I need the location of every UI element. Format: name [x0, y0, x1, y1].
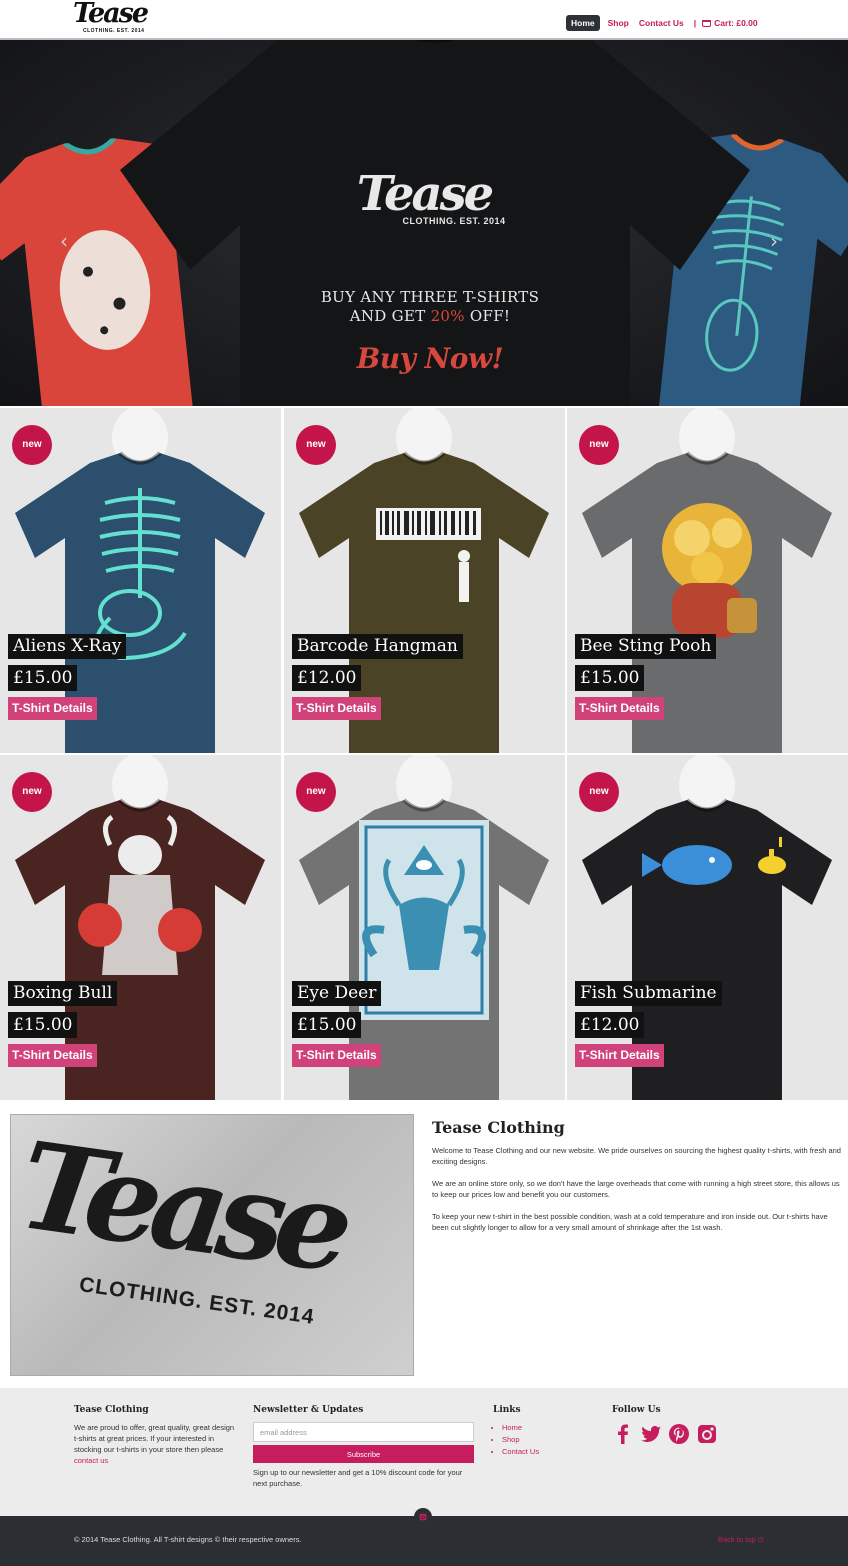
product-name[interactable]: Eye Deer	[292, 981, 382, 1006]
tshirt-details-button[interactable]: T-Shirt Details	[575, 697, 664, 720]
product-card[interactable]: new Barcode Hangman £12.00 T-Shirt Details	[284, 408, 565, 753]
logo-text: Tease	[73, 0, 149, 29]
product-grid: new Aliens X-Ray £15.00 T-Shirt Details new B…	[0, 406, 848, 1102]
footer-follow-column: Follow Us	[612, 1405, 742, 1445]
product-price: £15.00	[8, 1012, 78, 1038]
facebook-icon[interactable]	[612, 1423, 634, 1445]
hero-promo-line2: AND GET 20% OFF!	[300, 307, 560, 326]
product-name[interactable]: Aliens X-Ray	[8, 634, 127, 659]
footer-contact-link[interactable]: contact us	[74, 1456, 108, 1465]
product-price: £15.00	[292, 1012, 362, 1038]
cart-icon	[702, 19, 712, 27]
newsletter-title: Newsletter & Updates	[253, 1405, 364, 1415]
about-title: Tease Clothing	[432, 1118, 565, 1137]
new-badge: new	[579, 772, 619, 812]
about-paragraph-1: Welcome to Tease Clothing and our new we…	[432, 1146, 841, 1166]
footer-link-home[interactable]: Home	[502, 1422, 593, 1434]
tshirt-details-button[interactable]: T-Shirt Details	[8, 1044, 97, 1067]
footer-link-shop[interactable]: Shop	[502, 1434, 593, 1446]
product-name[interactable]: Barcode Hangman	[292, 634, 463, 659]
footer-links-column: Links Home Shop Contact Us	[493, 1405, 593, 1458]
new-badge: new	[12, 425, 52, 465]
about-section: Tease Clothing Welcome to Tease Clothing…	[432, 1118, 842, 1244]
hero-promo-line1: BUY ANY THREE T-SHIRTS	[320, 288, 540, 306]
product-price: £12.00	[292, 665, 362, 691]
top-navbar: Tease CLOTHING. EST. 2014 Home Shop Cont…	[0, 0, 848, 40]
newsletter-email-input[interactable]	[253, 1422, 474, 1442]
buy-now-button[interactable]: Buy Now!	[330, 342, 530, 375]
product-card[interactable]: new Boxing Bull £15.00 T-Shirt Details	[0, 755, 281, 1100]
copyright-text: © 2014 Tease Clothing. All T-shirt desig…	[74, 1535, 302, 1544]
about-paragraph-3: To keep your new t-shirt in the best pos…	[432, 1212, 828, 1232]
product-name[interactable]: Fish Submarine	[575, 981, 722, 1006]
product-name[interactable]: Boxing Bull	[8, 981, 118, 1006]
tshirt-details-button[interactable]: T-Shirt Details	[575, 1044, 664, 1067]
main-nav: Home Shop Contact Us | Cart: £0.00	[566, 14, 758, 32]
product-price: £15.00	[8, 665, 78, 691]
arrow-up-circle-icon: ⊙	[757, 1535, 764, 1544]
follow-us-title: Follow Us	[612, 1405, 661, 1415]
page: Tease CLOTHING. EST. 2014 Home Shop Cont…	[0, 0, 848, 1566]
footer-newsletter-column: Newsletter & Updates Subscribe Sign up t…	[253, 1405, 475, 1489]
site-logo[interactable]: Tease CLOTHING. EST. 2014	[73, 0, 149, 38]
social-icons	[612, 1423, 742, 1445]
about-image-logo: Tease	[11, 1115, 352, 1300]
footer-about-title: Tease Clothing	[74, 1405, 149, 1415]
product-price: £12.00	[575, 1012, 645, 1038]
footer-about-column: Tease Clothing We are proud to offer, gr…	[74, 1405, 236, 1466]
product-price: £15.00	[575, 665, 645, 691]
twitter-icon[interactable]	[640, 1423, 662, 1445]
about-paragraph-2: We are an online store only, so we don't…	[432, 1179, 840, 1199]
nav-contact-us[interactable]: Contact Us	[639, 18, 684, 28]
carousel-prev-arrow-icon[interactable]: ‹	[56, 230, 72, 252]
footer-about-text: We are proud to offer, great quality, gr…	[74, 1422, 236, 1466]
hero-carousel: Tease CLOTHING. EST. 2014 BUY ANY THREE …	[0, 40, 848, 406]
pinterest-icon[interactable]	[668, 1423, 690, 1445]
logo-subtext: CLOTHING. EST. 2014	[83, 28, 145, 34]
hero-brand-subtext: CLOTHING. EST. 2014	[402, 216, 506, 226]
newsletter-text: Sign up to our newsletter and get a 10% …	[253, 1468, 463, 1488]
tshirt-details-button[interactable]: T-Shirt Details	[292, 1044, 381, 1067]
hero-promo-suffix: OFF!	[464, 307, 511, 325]
footer-link-contact-us[interactable]: Contact Us	[502, 1446, 593, 1458]
nav-shop[interactable]: Shop	[608, 18, 629, 28]
new-badge: new	[579, 425, 619, 465]
cart-label: Cart: £0.00	[714, 18, 758, 28]
hero-promo-discount: 20%	[430, 307, 465, 325]
hero-promo-prefix: AND GET	[349, 307, 431, 325]
back-to-top-label: Back to top	[718, 1535, 756, 1544]
footer-links-title: Links	[493, 1405, 521, 1415]
product-card[interactable]: new Eye Deer £15.00 T-Shirt Details	[284, 755, 565, 1100]
nav-separator: |	[693, 18, 697, 28]
new-badge: new	[296, 425, 336, 465]
footer-links-list: Home Shop Contact Us	[493, 1422, 593, 1458]
product-card[interactable]: new Bee Sting Pooh £15.00 T-Shirt Details	[567, 408, 848, 753]
hero-promo-text: BUY ANY THREE T-SHIRTS AND GET 20% OFF!	[300, 288, 560, 326]
nav-home[interactable]: Home	[566, 15, 600, 31]
instagram-icon[interactable]	[696, 1423, 718, 1445]
tshirt-details-button[interactable]: T-Shirt Details	[8, 697, 97, 720]
back-to-top-link[interactable]: Back to top ⊙	[718, 1535, 764, 1544]
hero-brand-logo: Tease CLOTHING. EST. 2014	[318, 168, 530, 226]
tshirt-details-button[interactable]: T-Shirt Details	[292, 697, 381, 720]
cart-link[interactable]: Cart: £0.00	[702, 18, 758, 28]
product-name[interactable]: Bee Sting Pooh	[575, 634, 717, 659]
new-badge: new	[296, 772, 336, 812]
about-brand-image: Tease CLOTHING. EST. 2014	[10, 1114, 414, 1376]
new-badge: new	[12, 772, 52, 812]
product-card[interactable]: new Fish Submarine £12.00 T-Shirt Details	[567, 755, 848, 1100]
footer-about-body: We are proud to offer, great quality, gr…	[74, 1423, 235, 1454]
footer-instagram-badge-icon[interactable]	[414, 1508, 432, 1526]
product-card[interactable]: new Aliens X-Ray £15.00 T-Shirt Details	[0, 408, 281, 753]
subscribe-button[interactable]: Subscribe	[253, 1445, 474, 1463]
footer: Tease Clothing We are proud to offer, gr…	[0, 1388, 848, 1516]
carousel-next-arrow-icon[interactable]: ›	[766, 230, 782, 252]
hero-brand-text: Tease	[356, 166, 494, 222]
